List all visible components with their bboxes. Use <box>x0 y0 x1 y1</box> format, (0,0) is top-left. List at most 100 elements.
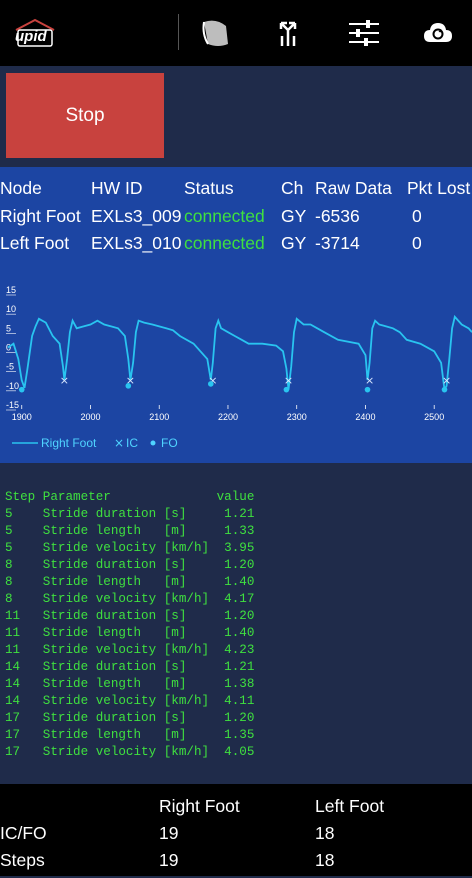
toolbar-divider <box>178 14 179 50</box>
step-cell: 14 <box>5 694 43 708</box>
summary-panel: Right Foot Left Foot IC/FO 19 18 Steps 1… <box>0 784 472 876</box>
gait-row: 17 Stride velocity [km/h] 4.05 <box>5 744 254 761</box>
step-cell: 8 <box>5 558 43 572</box>
legend-fo-marker <box>150 440 156 446</box>
shoe-button[interactable] <box>195 14 235 52</box>
x-tick-label: 2000 <box>80 412 100 422</box>
summary-right-value: 19 <box>159 850 179 870</box>
value-cell: 4.11 <box>216 694 255 708</box>
legend-label-right-foot: Right Foot <box>41 436 97 450</box>
value-cell: 1.33 <box>216 524 255 538</box>
parameter-cell: Stride duration [s] <box>42 558 217 572</box>
parameter-cell: Stride velocity [km/h] <box>42 541 217 555</box>
gait-row: 8 Stride duration [s] 1.20 <box>5 557 254 574</box>
node-pkt-lost: 0 <box>412 206 422 226</box>
step-cell: 8 <box>5 575 43 589</box>
node-table-header: Node HW ID Status Ch Raw Data Pkt Lost <box>0 178 472 206</box>
header-raw-data: Raw Data <box>315 178 392 198</box>
node-row-right-foot: Right Foot EXLs3_009 connected GY -6536 … <box>0 206 472 234</box>
step-cell: 17 <box>5 728 43 742</box>
legend-ic-marker: × <box>114 436 124 450</box>
summary-label: IC/FO <box>0 823 47 843</box>
gait-header: Step Parameter value <box>5 489 254 506</box>
step-cell: 14 <box>5 677 43 691</box>
gait-row: 5 Stride duration [s] 1.21 <box>5 506 254 523</box>
value-cell: 4.05 <box>216 745 255 759</box>
summary-row-steps: Steps 19 18 <box>0 850 472 878</box>
gait-row: 5 Stride velocity [km/h] 3.95 <box>5 540 254 557</box>
gait-row: 11 Stride duration [s] 1.20 <box>5 608 254 625</box>
value-cell: 1.21 <box>216 507 255 521</box>
legend-label-fo: FO <box>161 436 178 450</box>
sliders-icon <box>349 20 379 46</box>
y-tick-label: 10 <box>6 304 16 314</box>
parameter-cell: Stride velocity [km/h] <box>42 694 217 708</box>
series-line-right-foot <box>7 314 472 393</box>
gait-row: 8 Stride length [m] 1.40 <box>5 574 254 591</box>
node-status: connected <box>184 206 265 226</box>
node-channel: GY <box>281 206 307 226</box>
cloud-sync-icon <box>424 23 452 42</box>
parameter-cell: Stride length [m] <box>42 575 217 589</box>
x-tick-label: 1900 <box>12 412 32 422</box>
parameter-cell: Stride duration [s] <box>42 507 217 521</box>
step-cell: 11 <box>5 626 43 640</box>
logo-text: upid <box>15 28 47 45</box>
y-tick-label: -5 <box>6 362 14 372</box>
fo-marker <box>283 386 290 393</box>
step-cell: 11 <box>5 643 43 657</box>
value-cell: 1.21 <box>216 660 255 674</box>
y-tick-label: 15 <box>6 285 16 295</box>
stop-button[interactable]: Stop <box>6 73 164 158</box>
step-cell: 5 <box>5 507 43 521</box>
fo-marker <box>441 386 448 393</box>
gait-row: 17 Stride duration [s] 1.20 <box>5 710 254 727</box>
parameter-cell: Stride length [m] <box>42 524 217 538</box>
legend-label-ic: IC <box>126 436 138 450</box>
fo-marker <box>18 386 25 393</box>
step-cell: 5 <box>5 524 43 538</box>
settings-sliders-button[interactable] <box>344 14 384 52</box>
summary-header: Right Foot Left Foot <box>0 796 472 824</box>
parameter-cell: Stride velocity [km/h] <box>42 592 217 606</box>
value-cell: 1.20 <box>216 609 255 623</box>
parameter-cell: Parameter <box>42 490 217 504</box>
gait-row: 14 Stride duration [s] 1.21 <box>5 659 254 676</box>
fo-marker <box>364 386 371 393</box>
gait-parameter-list: Step Parameter value 5 Stride duration [s… <box>5 489 254 761</box>
node-name: Left Foot <box>0 233 70 253</box>
gyro-chart: 151050-5-10-151900 2000 2100 2200 2300 2400 25… <box>6 285 472 450</box>
cloud-sync-button[interactable] <box>418 14 458 52</box>
ic-marker: × <box>60 374 69 387</box>
step-cell: 8 <box>5 592 43 606</box>
gait-row: 14 Stride velocity [km/h] 4.11 <box>5 693 254 710</box>
fo-marker <box>125 383 132 389</box>
parameter-cell: Stride duration [s] <box>42 609 217 623</box>
fo-marker <box>207 381 214 387</box>
split-arrows-button[interactable] <box>268 14 308 52</box>
value-cell: 4.23 <box>216 643 255 657</box>
step-cell: 17 <box>5 711 43 725</box>
gait-row: 17 Stride length [m] 1.35 <box>5 727 254 744</box>
shoe-icon <box>202 20 228 46</box>
x-tick-label: 2200 <box>218 412 238 422</box>
ic-marker: × <box>442 374 451 387</box>
summary-header-left: Left Foot <box>315 796 385 816</box>
summary-left-value: 18 <box>315 850 335 870</box>
node-raw-data: -3714 <box>315 233 360 253</box>
summary-right-value: 19 <box>159 823 179 843</box>
ic-marker: × <box>365 374 374 387</box>
header-status: Status <box>184 178 234 198</box>
header-node: Node <box>0 178 42 198</box>
split-arrows-icon <box>279 21 297 46</box>
top-toolbar: upid <box>0 0 472 66</box>
parameter-cell: Stride velocity [km/h] <box>42 745 217 759</box>
node-channel: GY <box>281 233 307 253</box>
step-cell: 17 <box>5 745 43 759</box>
header-pkt-lost: Pkt Lost <box>407 178 471 198</box>
y-tick-label: -15 <box>6 400 19 410</box>
gait-row: 8 Stride velocity [km/h] 4.17 <box>5 591 254 608</box>
value-cell: 1.40 <box>216 575 255 589</box>
x-tick-label: 2100 <box>149 412 169 422</box>
value-cell: 4.17 <box>216 592 255 606</box>
